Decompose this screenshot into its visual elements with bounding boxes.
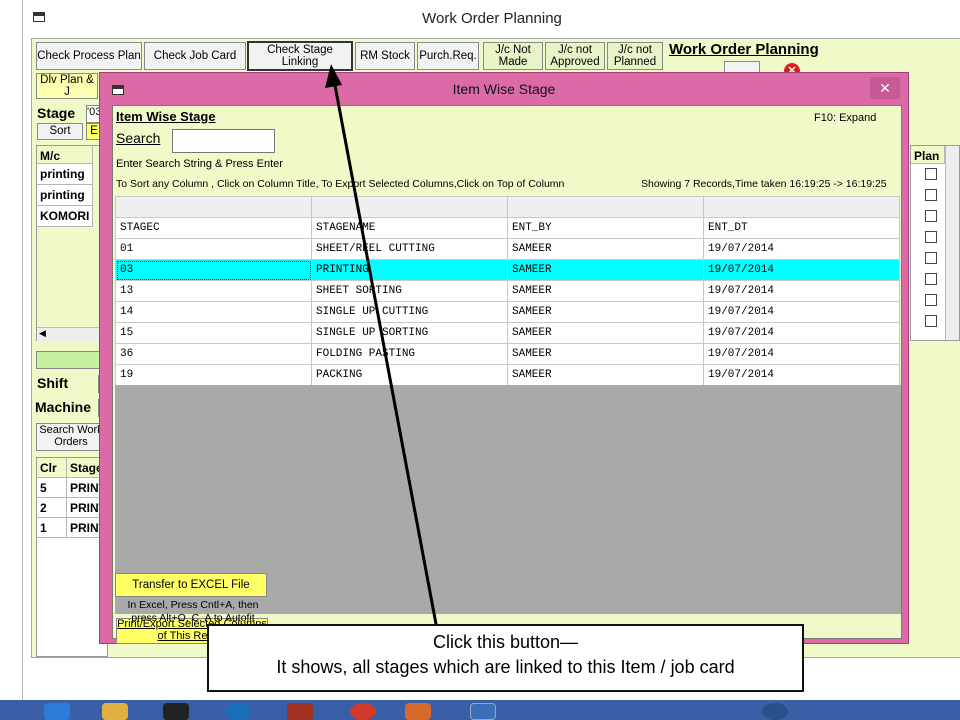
- callout-line-2: It shows, all stages which are linked to…: [276, 657, 735, 678]
- active-window-icon[interactable]: [470, 703, 496, 720]
- powerpoint-icon[interactable]: [405, 703, 431, 720]
- callout-line-1: Click this button—: [432, 632, 579, 652]
- instruction-callout: Click this button— It shows, all stages …: [207, 624, 804, 692]
- annotation-arrow: [325, 64, 438, 625]
- ie-icon[interactable]: [44, 703, 70, 720]
- chrome-icon[interactable]: [350, 703, 376, 720]
- hp-icon[interactable]: [225, 703, 251, 720]
- app-icon[interactable]: [287, 703, 313, 720]
- app-icon[interactable]: [163, 703, 189, 720]
- arrow-head: [325, 64, 342, 88]
- windows-taskbar: [0, 700, 960, 720]
- folder-icon[interactable]: [102, 703, 128, 720]
- arrow-shaft: [332, 79, 438, 625]
- help-icon[interactable]: [762, 703, 788, 720]
